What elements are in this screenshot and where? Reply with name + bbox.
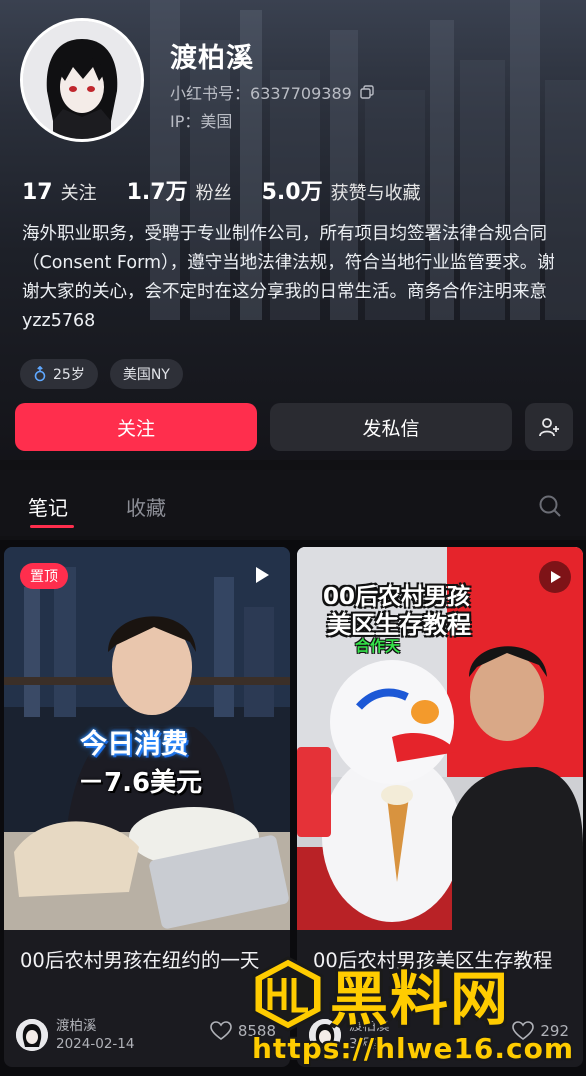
watermark-url: https://hlwe16.com (252, 1032, 575, 1065)
red-id-value: 6337709389 (250, 84, 352, 103)
message-button[interactable]: 发私信 (270, 403, 512, 451)
note-author[interactable]: 渡柏溪 2024-02-14 (16, 1017, 134, 1053)
follow-button[interactable]: 关注 (15, 403, 257, 451)
tab-favorites[interactable]: 收藏 (126, 492, 166, 521)
stats-row: 17 关注 1.7万 粉丝 5.0万 获赞与收藏 (22, 174, 421, 206)
search-icon[interactable] (538, 494, 562, 518)
stat-number: 17 (22, 180, 53, 205)
avatar[interactable] (20, 18, 144, 142)
stat-number: 1.7万 (126, 180, 188, 205)
action-buttons: 关注 发私信 (15, 403, 573, 451)
tab-notes[interactable]: 笔记 (28, 492, 68, 521)
thumbnail-caption: 合作天 (355, 637, 401, 655)
note-thumbnail[interactable]: 置顶 今日消费 －7.6美元 (4, 547, 290, 930)
watermark: 黑料网 https://hlwe16.com (246, 952, 586, 1076)
stat-number: 5.0万 (261, 180, 323, 205)
red-id-label: 小红书号： (170, 84, 251, 103)
tag-age-label: 25岁 (53, 367, 85, 383)
profile-header: 渡柏溪 小红书号：6337709389 IP：美国 17 关注 1.7万 粉丝 … (0, 0, 586, 460)
note-title[interactable]: 00后农村男孩在纽约的一天 (20, 945, 278, 977)
post-date: 2024-02-14 (56, 1036, 135, 1052)
stat-label: 粉丝 (195, 183, 232, 204)
copy-icon[interactable] (360, 85, 374, 99)
author-name: 渡柏溪 (56, 1018, 97, 1034)
ip-label: IP： (170, 112, 201, 131)
pinned-badge: 置顶 (20, 563, 68, 589)
tag-location-label: 美国NY (122, 367, 170, 383)
thumbnail-caption: 今日消费 (80, 729, 188, 760)
watermark-logo-icon (252, 956, 324, 1032)
add-user-icon (539, 418, 559, 437)
stat-label: 关注 (60, 183, 97, 204)
video-play-icon (256, 567, 269, 583)
watermark-text: 黑料网 (330, 965, 511, 1033)
stat-following[interactable]: 17 关注 (22, 179, 97, 205)
thumbnail-caption: －7.6美元 (78, 768, 203, 798)
ip-location: IP：美国 (170, 108, 232, 132)
add-friend-button[interactable] (525, 403, 573, 451)
profile-name: 渡柏溪 (170, 43, 254, 74)
stat-likes-favorites[interactable]: 5.0万 获赞与收藏 (262, 174, 421, 206)
red-id: 小红书号：6337709389 (170, 80, 374, 104)
tag-location: 美国NY (109, 359, 183, 389)
male-icon (34, 366, 46, 382)
content-tabs: 笔记 收藏 (0, 470, 586, 536)
tag-age: 25岁 (20, 359, 98, 389)
bio-text: 海外职业职务，受聘于专业制作公司，所有项目均签署法律合规合同（Consent F… (22, 224, 555, 331)
ip-value: 美国 (200, 112, 233, 131)
author-avatar (16, 1019, 48, 1051)
note-thumbnail[interactable]: 00后农村男孩 美区生存教程 合作天 (297, 547, 583, 930)
active-tab-indicator (30, 525, 74, 528)
video-play-icon (551, 571, 561, 583)
stat-label: 获赞与收藏 (330, 183, 421, 204)
video-play-button (539, 561, 571, 593)
tags-row: 25岁 美国NY (20, 359, 183, 389)
heart-icon (210, 1021, 232, 1040)
stat-followers[interactable]: 1.7万 粉丝 (127, 174, 232, 206)
